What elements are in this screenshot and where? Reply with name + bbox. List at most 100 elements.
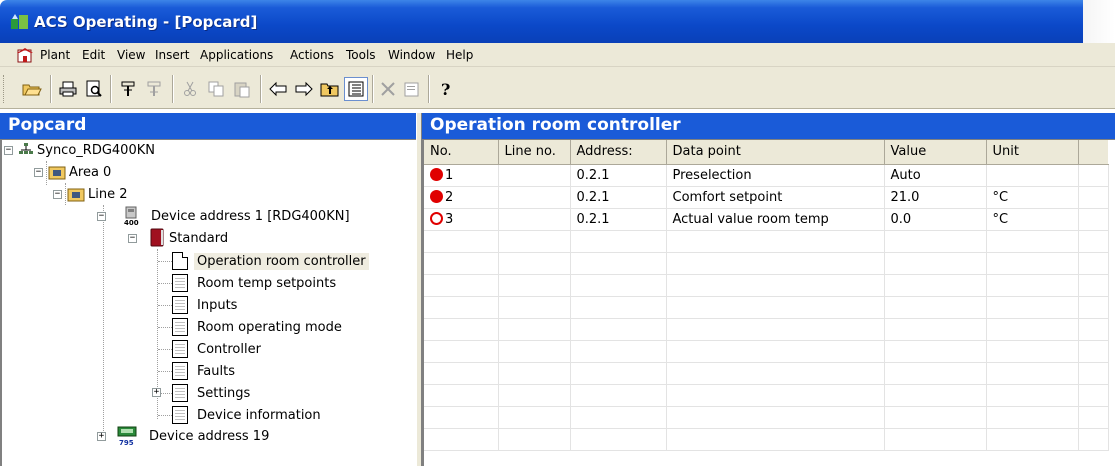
tree-connector [158,261,172,262]
tree-connector [158,305,172,306]
cell-data-point: Preselection [666,164,885,187]
delete-icon[interactable] [376,77,400,101]
toolbar-separator [260,75,262,103]
print-icon[interactable] [56,77,80,101]
tree-page-operation-room-controller[interactable]: Operation room controller [172,250,369,272]
table-row[interactable]: 1 0.2.1 Preselection Auto [424,164,1109,187]
book-icon [150,228,164,247]
tree-connector [158,371,172,372]
cell-data-point: Comfort setpoint [666,186,885,209]
expand-collapse-line[interactable]: − [53,190,62,199]
tree-page-settings[interactable]: Settings [172,382,253,404]
expand-collapse-device-1[interactable]: − [97,212,106,221]
tree-node-standard[interactable]: Standard [148,227,231,249]
cell-value[interactable]: Auto [884,164,987,187]
tree-page-room-operating-mode[interactable]: Room operating mode [172,316,345,338]
datapoint-table: No. Line no. Address: Data point Value U… [424,140,1109,451]
title-bar[interactable]: ACS Operating - [Popcard] [0,0,1083,43]
expand-collapse-area[interactable]: − [34,168,43,177]
cut-icon[interactable] [178,77,202,101]
copy-icon[interactable] [204,77,228,101]
tree-connector [158,415,172,416]
cell-address: 0.2.1 [570,186,667,209]
cell-line-no [498,186,571,209]
tree-node-line[interactable]: Line 2 [67,183,131,205]
tree-node-area[interactable]: Area 0 [48,161,114,183]
cell-address: 0.2.1 [570,208,667,231]
cell-value[interactable]: 0.0 [884,208,987,231]
tree-connector [158,327,172,328]
table-header-row: No. Line no. Address: Data point Value U… [424,140,1108,165]
back-arrow-icon[interactable] [266,77,290,101]
cell-value[interactable]: 21.0 [884,186,987,209]
menu-applications[interactable]: Applications [200,48,273,62]
tree-label: Inputs [197,297,238,313]
table-row-empty [424,362,1109,385]
print-preview-icon[interactable] [82,77,106,101]
expand-collapse-root[interactable]: − [4,146,13,155]
toolbar-separator [172,75,174,103]
expand-collapse-device-19[interactable]: + [97,432,106,441]
cell-filler [1078,186,1109,209]
disconnect-icon[interactable] [142,77,166,101]
toolbar-separator [50,75,52,103]
toolbar-grip[interactable] [3,75,6,103]
tree-label: Device address 19 [149,428,270,444]
tree-label: Settings [197,385,251,401]
tree-page-device-information[interactable]: Device information [172,404,324,426]
tree-label: Controller [197,341,261,357]
cell-address: 0.2.1 [570,164,667,187]
column-header-address[interactable]: Address: [570,140,667,165]
table-row-empty [424,230,1109,253]
page-icon [172,406,188,424]
menu-view[interactable]: View [117,48,145,62]
column-header-unit[interactable]: Unit [986,140,1079,165]
menu-edit[interactable]: Edit [82,48,105,62]
tree-page-controller[interactable]: Controller [172,338,264,360]
menu-help[interactable]: Help [446,48,473,62]
tree-node-device-1[interactable]: 400 Device address 1 [RDG400KN] [122,205,353,227]
menu-tools[interactable]: Tools [346,48,376,62]
cell-filler [1078,164,1109,187]
menu-insert[interactable]: Insert [155,48,189,62]
forward-arrow-icon[interactable] [292,77,316,101]
column-header-data-point[interactable]: Data point [666,140,885,165]
help-icon[interactable]: ? [434,77,458,101]
table-row[interactable]: 2 0.2.1 Comfort setpoint 21.0 °C [424,186,1109,209]
up-folder-icon[interactable] [318,77,342,101]
device-400-icon: 400 [124,206,139,226]
toolbar-separator [110,75,112,103]
table-row-empty [424,274,1109,297]
tree-node-root[interactable]: Synco_RDG400KN [18,139,158,161]
open-folder-icon[interactable] [20,77,44,101]
connect-icon[interactable] [116,77,140,101]
menu-actions[interactable]: Actions [290,48,334,62]
tree-connector [158,349,172,350]
tree-label: Room operating mode [197,319,342,335]
column-header-filler [1078,140,1108,165]
column-header-no[interactable]: No. [424,140,499,165]
cell-data-point: Actual value room temp [666,208,885,231]
area-folder-icon [48,166,66,180]
expand-collapse-standard[interactable]: − [128,234,137,243]
properties-icon[interactable] [400,77,424,101]
cell-no: 2 [424,186,499,209]
column-header-line-no[interactable]: Line no. [498,140,571,165]
table-row[interactable]: 3 0.2.1 Actual value room temp 0.0 °C [424,208,1109,231]
column-header-value[interactable]: Value [884,140,987,165]
expand-collapse-settings[interactable]: + [152,388,161,397]
svg-text:?: ? [441,80,450,98]
tree-page-inputs[interactable]: Inputs [172,294,240,316]
device-795-icon: 795 [117,426,137,446]
window-title: ACS Operating - [Popcard] [34,13,258,31]
menu-plant[interactable]: Plant [40,48,70,62]
tree-node-device-19[interactable]: 795 Device address 19 [116,425,272,447]
paste-icon[interactable] [230,77,254,101]
menu-window[interactable]: Window [388,48,435,62]
tree-page-room-temp-setpoints[interactable]: Room temp setpoints [172,272,339,294]
network-icon [19,143,33,154]
cell-filler [1078,208,1109,231]
document-icon[interactable] [16,47,34,63]
view-list-icon[interactable] [344,77,368,101]
tree-page-faults[interactable]: Faults [172,360,238,382]
